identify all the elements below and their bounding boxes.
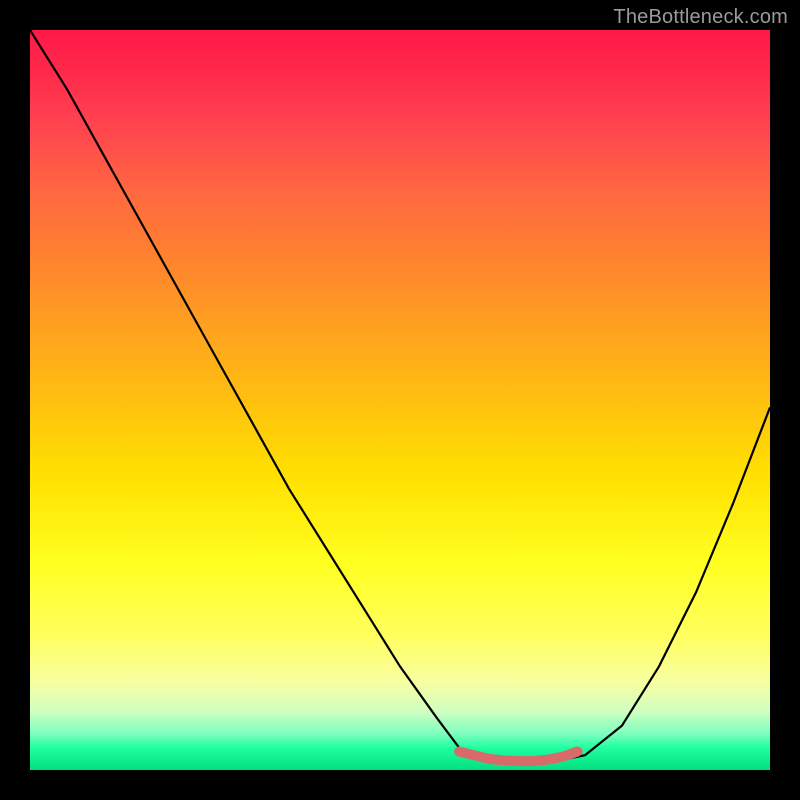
optimal-zone-dot (454, 747, 464, 757)
optimal-zone-marker (459, 752, 577, 762)
chart-container: TheBottleneck.com (0, 0, 800, 800)
watermark-text: TheBottleneck.com (613, 6, 788, 29)
chart-svg (30, 30, 770, 770)
bottleneck-curve-path (30, 30, 770, 763)
plot-area (30, 30, 770, 770)
